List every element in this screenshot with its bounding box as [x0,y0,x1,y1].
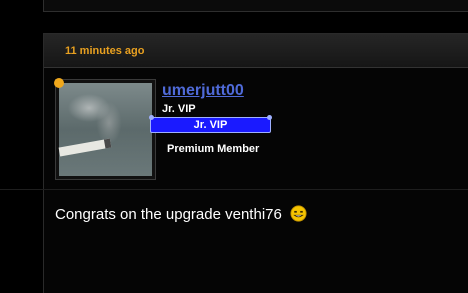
post-header: 11 minutes ago [44,34,468,68]
smile-emoji-icon [290,205,307,222]
avatar[interactable] [55,79,156,180]
member-type: Premium Member [167,143,260,155]
previous-post-edge [43,0,468,12]
post-timestamp: 11 minutes ago [65,45,145,57]
rank-badge: Jr. VIP [149,115,272,133]
post-message: Congrats on the upgrade venthi76 [55,205,307,223]
user-title: Jr. VIP [162,103,196,115]
cigarette-graphic [58,138,112,157]
post-message-text: Congrats on the upgrade venthi76 [55,206,282,223]
online-status-icon [54,78,64,88]
username-link[interactable]: umerjutt00 [162,82,244,100]
avatar-image [58,83,152,176]
rank-label: Jr. VIP [193,119,228,131]
